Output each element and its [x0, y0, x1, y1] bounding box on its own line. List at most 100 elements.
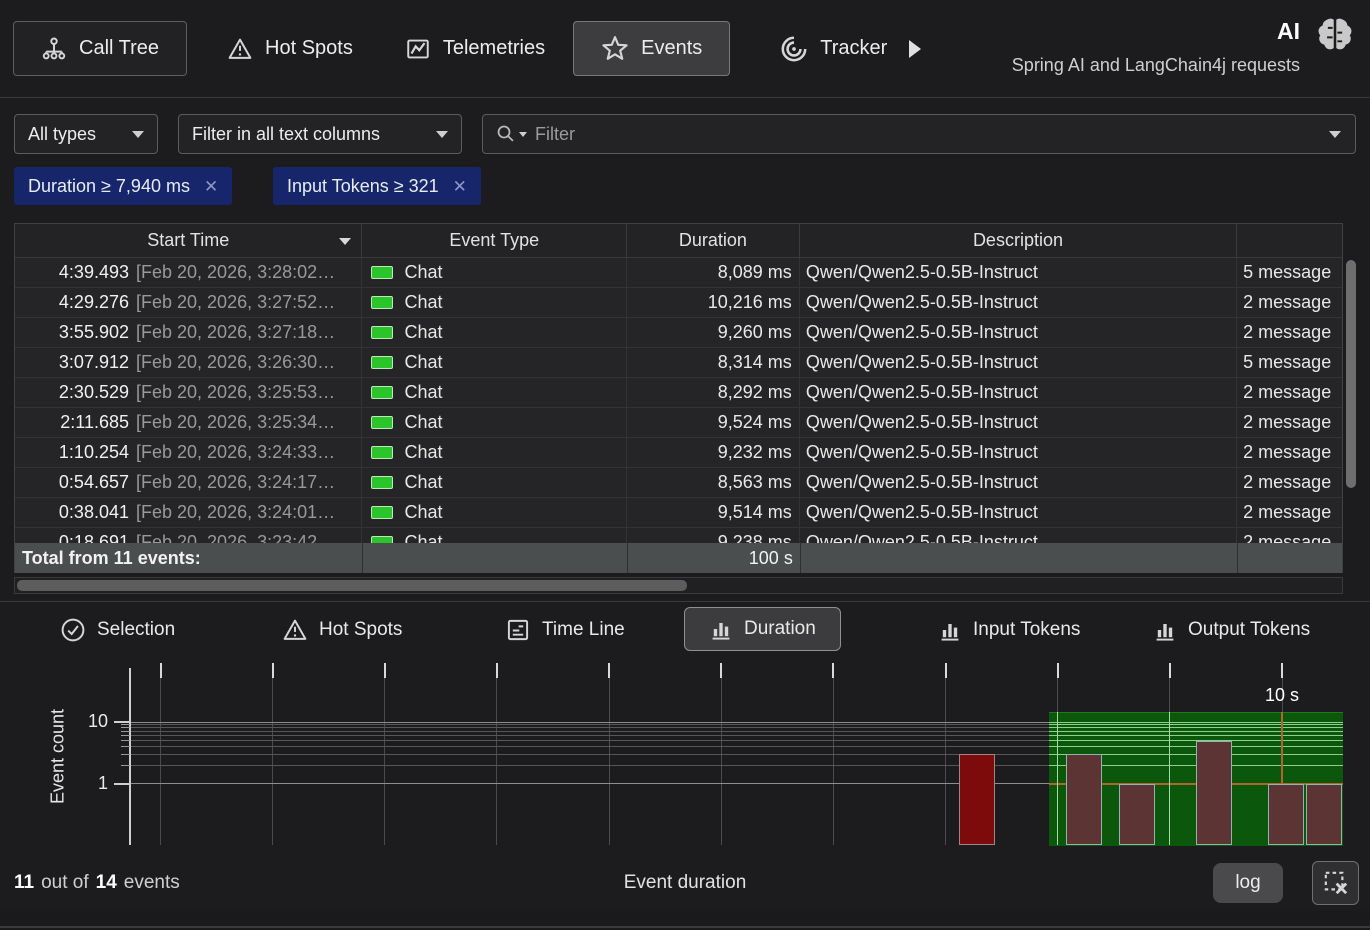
event-type-value: Chat: [404, 262, 442, 283]
view-hot-spots[interactable]: Hot Spots: [282, 603, 402, 657]
search-icon: [495, 123, 517, 145]
cell-duration: 8,314 ms: [627, 348, 800, 377]
table-body: 4:39.493[Feb 20, 2026, 3:28:02…Chat8,089…: [15, 258, 1342, 543]
search-options-caret-icon[interactable]: [519, 132, 527, 137]
table-row[interactable]: 3:07.912 [Feb 20, 2026, 3:26:30… Chat 8,314…: [15, 348, 1342, 378]
cell-start-time: 3:55.902[Feb 20, 2026, 3:27:18…: [15, 318, 362, 347]
start-time-value: 2:11.685: [15, 412, 129, 433]
vertical-scrollbar-thumb[interactable]: [1346, 260, 1356, 488]
table-row[interactable]: 0:38.041[Feb 20, 2026, 3:24:01…Chat9,514…: [15, 498, 1342, 528]
histogram-bar[interactable]: [959, 754, 995, 845]
topbar-separator: [0, 97, 1370, 98]
chip-close-icon[interactable]: ✕: [204, 178, 218, 195]
start-time-value: 4:39.493: [15, 262, 129, 283]
vertical-scrollbar[interactable]: [1345, 258, 1357, 542]
total-label: Total from 11 events:: [15, 543, 362, 573]
view-selection[interactable]: Selection: [60, 603, 175, 657]
filter-column-select[interactable]: Filter in all text columns: [178, 114, 462, 154]
filter-chip-label: Input Tokens ≥ 321: [287, 176, 439, 197]
filter-chip[interactable]: Input Tokens ≥ 321 ✕: [273, 167, 481, 205]
bar-chart-icon: [709, 617, 733, 641]
cell-messages: 5 message: [1237, 348, 1342, 377]
event-type-color-swatch: [371, 296, 393, 309]
view-time-line[interactable]: Time Line: [505, 603, 625, 657]
table-row[interactable]: 4:29.276[Feb 20, 2026, 3:27:52…Chat10,21…: [15, 288, 1342, 318]
filter-search-box[interactable]: [482, 114, 1356, 154]
histogram-bar[interactable]: [1066, 754, 1102, 845]
view-duration[interactable]: Duration: [684, 607, 841, 651]
tab-label: Call Tree: [79, 37, 159, 60]
telemetry-chart-icon: [405, 36, 431, 62]
column-header-messages[interactable]: [1237, 224, 1342, 257]
log-scale-button[interactable]: log: [1213, 863, 1283, 903]
tracker-expand-arrow-icon[interactable]: [909, 40, 921, 58]
event-type-value: Chat: [404, 412, 442, 433]
event-type-color-swatch: [371, 326, 393, 339]
event-type-value: Chat: [404, 352, 442, 373]
table-row[interactable]: 0:18.691[Feb 20, 2026, 3:23:42…Chat9,238…: [15, 528, 1342, 543]
cell-start-time: 4:29.276 [Feb 20, 2026, 3:27:52…: [15, 288, 362, 317]
filter-search-input[interactable]: [533, 123, 1329, 146]
start-time-value: 3:07.912: [15, 352, 129, 373]
view-output-tokens[interactable]: Output Tokens: [1153, 603, 1310, 657]
tab-telemetries[interactable]: Telemetries: [405, 36, 545, 62]
start-time-value: 4:29.276: [15, 292, 129, 313]
tab-events[interactable]: Events: [573, 21, 730, 76]
histogram-bar[interactable]: [1306, 784, 1342, 845]
histogram-bar[interactable]: [1196, 741, 1232, 845]
y-axis-line: [129, 668, 131, 845]
tab-hot-spots[interactable]: Hot Spots: [227, 36, 353, 62]
cell-description: Qwen/Qwen2.5-0.5B-Instruct: [800, 258, 1237, 287]
table-row[interactable]: 2:11.685[Feb 20, 2026, 3:25:34…Chat9,524…: [15, 408, 1342, 438]
cell-description: Qwen/Qwen2.5-0.5B-Instruct: [800, 528, 1237, 543]
filter-chip-label: Duration ≥ 7,940 ms: [28, 176, 190, 197]
column-header-description[interactable]: Description: [800, 224, 1237, 257]
search-history-caret-icon[interactable]: [1329, 131, 1341, 138]
tab-tracker[interactable]: Tracker: [780, 35, 887, 63]
histogram-bar[interactable]: [1119, 784, 1155, 845]
event-type-value: Chat: [404, 322, 442, 343]
event-type-select-value: All types: [28, 124, 96, 145]
tab-call-tree[interactable]: Call Tree: [13, 21, 187, 76]
clear-selection-button[interactable]: [1312, 861, 1359, 905]
cell-start-time: 1:10.254[Feb 20, 2026, 3:24:33…: [15, 438, 362, 467]
cell-messages: 2 message: [1237, 468, 1342, 497]
cell-duration: 8,089 ms: [627, 258, 800, 287]
cell-start-time: 0:54.657[Feb 20, 2026, 3:24:17…: [15, 468, 362, 497]
ai-column: AI Spring AI and LangChain4j requests: [1012, 16, 1300, 76]
duration-histogram[interactable]: Event count 10110 s: [0, 660, 1370, 854]
x-axis-tick: [1281, 663, 1283, 678]
events-table: Start TimeEvent TypeDurationDescription …: [14, 223, 1343, 573]
start-date-value: [Feb 20, 2026, 3:27:52…: [136, 292, 361, 313]
table-row[interactable]: 4:39.493[Feb 20, 2026, 3:28:02…Chat8,089…: [15, 258, 1342, 288]
x-gridline: [721, 677, 722, 845]
profiler-window: Call Tree Hot Spots Telemetries Events Track…: [0, 0, 1370, 930]
start-date-value: [Feb 20, 2026, 3:24:17…: [136, 472, 361, 493]
cell-messages: 2 message: [1237, 438, 1342, 467]
total-cell: [1237, 543, 1342, 573]
start-date-value: [Feb 20, 2026, 3:26:30…: [136, 352, 361, 373]
bottom-panel-edge: [0, 926, 1370, 928]
table-row[interactable]: 1:10.254[Feb 20, 2026, 3:24:33…Chat9,232…: [15, 438, 1342, 468]
table-row[interactable]: 2:30.529[Feb 20, 2026, 3:25:53…Chat8,292…: [15, 378, 1342, 408]
y-axis-minor-tick: [121, 740, 130, 741]
star-icon: [601, 35, 629, 63]
cell-messages: 2 message: [1237, 528, 1342, 543]
filter-chip[interactable]: Duration ≥ 7,940 ms ✕: [14, 167, 232, 205]
status-event-counts: 11 out of 14 events: [14, 855, 180, 910]
view-input-tokens[interactable]: Input Tokens: [938, 603, 1080, 657]
column-header-event-type[interactable]: Event Type: [362, 224, 627, 257]
horizontal-scrollbar[interactable]: [14, 577, 1343, 594]
horizontal-scrollbar-thumb[interactable]: [17, 580, 687, 591]
event-type-color-swatch: [371, 506, 393, 519]
table-row[interactable]: 0:54.657[Feb 20, 2026, 3:24:17…Chat8,563…: [15, 468, 1342, 498]
column-header-duration[interactable]: Duration: [627, 224, 800, 257]
histogram-bar[interactable]: [1268, 784, 1304, 845]
start-date-value: [Feb 20, 2026, 3:25:34…: [136, 412, 361, 433]
cell-start-time: 0:18.691[Feb 20, 2026, 3:23:42…: [15, 528, 362, 543]
column-header-start-time[interactable]: Start Time: [15, 224, 362, 257]
event-type-select[interactable]: All types: [14, 114, 158, 154]
chip-close-icon[interactable]: ✕: [453, 178, 467, 195]
start-date-value: [Feb 20, 2026, 3:25:53…: [136, 382, 361, 403]
table-row[interactable]: 3:55.902[Feb 20, 2026, 3:27:18…Chat9,260…: [15, 318, 1342, 348]
